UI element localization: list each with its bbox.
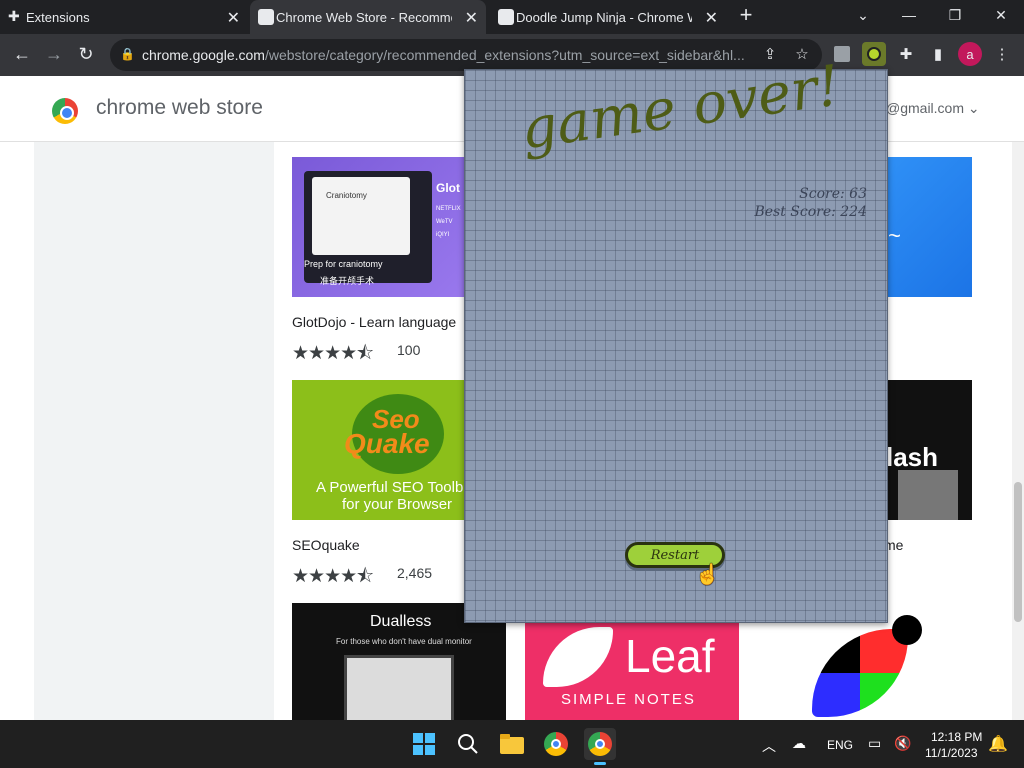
page-scrollbar[interactable] [1012,142,1024,720]
dualless-subtitle: For those who don't have dual monitor [336,637,472,646]
platform-list: NETFLIX WeTV iQIYI [436,206,461,238]
restore-button[interactable]: ❐ [932,0,978,30]
clock-date[interactable]: 11/1/2023 [925,746,978,760]
volume-muted-icon[interactable]: 🔇 [894,735,911,752]
brand-side: Glot [436,181,460,195]
close-window-button[interactable]: ✕ [978,0,1024,30]
webstore-icon [498,9,514,25]
file-explorer-icon[interactable] [496,728,528,760]
side-panel-icon[interactable]: ▮ [926,42,950,66]
close-tab-icon[interactable]: ✕ [465,8,478,28]
seoquake-tagline-2: for your Browser [342,496,453,513]
card-name-seoquake[interactable]: SEOquake [292,537,360,553]
chrome-web-store-logo-icon[interactable] [52,98,78,124]
forward-button[interactable]: → [40,40,68,68]
taskbar: ︿ ☁ ENG ▭ 🔇 12:18 PM 11/1/2023 🔔 [0,720,1024,768]
seoquake-logo-bottom: Quake [344,428,430,459]
extensions-puzzle-icon[interactable]: ✚ [894,42,918,66]
leaf-subtitle: SIMPLE NOTES [561,691,696,708]
new-tab-button[interactable]: + [726,0,766,30]
clock-time[interactable]: 12:18 PM [931,730,982,744]
chrome-active-icon[interactable] [584,728,616,760]
tab-title: Doodle Jump Ninja - Chrome W [516,9,692,25]
left-sidebar [34,142,274,720]
minimize-button[interactable]: — [886,0,932,30]
rating-count: 2,465 [397,565,433,581]
close-tab-icon[interactable]: ✕ [227,8,240,28]
game-over-title: game over! [517,53,844,163]
seoquake-tagline-1: A Powerful SEO Toolb [316,479,464,496]
rating-count: 100 [397,342,421,358]
back-button[interactable]: ← [8,40,36,68]
doodle-jump-popup[interactable]: game over! Score: 63 Best Score: 224 Res… [464,53,888,623]
url-host: chrome.google.com [142,47,265,63]
popup-mock-title: Craniotomy [326,191,367,200]
leaf-icon [543,627,613,687]
profile-avatar[interactable]: a [958,42,982,66]
tab-title: Extensions [26,9,90,25]
webstore-icon [258,9,274,25]
monitor-mock [344,655,454,720]
lock-icon[interactable]: 🔒 [120,47,135,61]
tab-doodle-jump[interactable]: Doodle Jump Ninja - Chrome W ✕ [490,0,726,34]
color-leaf-icon [812,629,908,717]
black-dot [892,615,922,645]
chevron-down-icon: ⌄ [967,100,980,116]
account-menu[interactable]: @gmail.com ⌄ [886,100,980,117]
menu-icon[interactable]: ⋮ [990,42,1014,66]
puzzle-icon: ✚ [8,8,20,24]
leaf-title: Leaf [625,630,715,682]
score-label: Score: 63 [799,186,867,202]
card-name-glotdojo[interactable]: GlotDojo - Learn language [292,314,456,330]
store-title[interactable]: chrome web store [96,96,263,120]
chrome-icon[interactable] [540,728,572,760]
close-tab-icon[interactable]: ✕ [705,8,718,28]
windows-start-icon[interactable] [408,728,440,760]
account-email: @gmail.com [886,100,965,116]
active-app-indicator [594,762,606,765]
star-rating: ★★★★⯪ [292,566,374,587]
tab-title: Chrome Web Store - Recommen [276,9,452,25]
tab-extensions[interactable]: ✚ Extensions ✕ [0,0,248,34]
caption: Prep for craniotomy [304,259,383,269]
cloud-offline-icon[interactable]: ☁ [792,735,806,752]
popup-mock [312,177,410,255]
tab-strip: ✚ Extensions ✕ Chrome Web Store - Recomm… [0,0,1024,34]
address-bar[interactable]: 🔒 chrome.google.com/webstore/category/re… [110,39,822,71]
wave-icon: ~ [888,223,901,248]
unsplash-logo-fragment: lash [886,442,939,472]
display-icon[interactable]: ▭ [868,735,881,752]
url-path: /webstore/category/recommended_extension… [264,47,745,63]
search-icon[interactable] [452,728,484,760]
best-score-label: Best Score: 224 [754,204,867,220]
chevron-up-icon[interactable]: ︿ [762,736,776,756]
hand-cursor-icon: ☝ [695,564,720,586]
tab-chrome-web-store[interactable]: Chrome Web Store - Recommen ✕ [250,0,486,34]
photo-thumb [898,470,958,520]
scrollbar-thumb[interactable] [1014,482,1022,622]
caption-chinese: 准备开颅手术 [320,276,375,286]
tab-search-icon[interactable]: ⌄ [840,0,886,30]
language-indicator[interactable]: ENG [827,738,853,752]
dualless-title: Dualless [370,613,432,630]
reload-button[interactable]: ↻ [72,40,100,68]
notification-bell-icon[interactable]: 🔔 [988,734,1008,754]
star-rating: ★★★★⯪ [292,343,374,364]
doodle-jump-extension-icon[interactable] [862,42,886,66]
